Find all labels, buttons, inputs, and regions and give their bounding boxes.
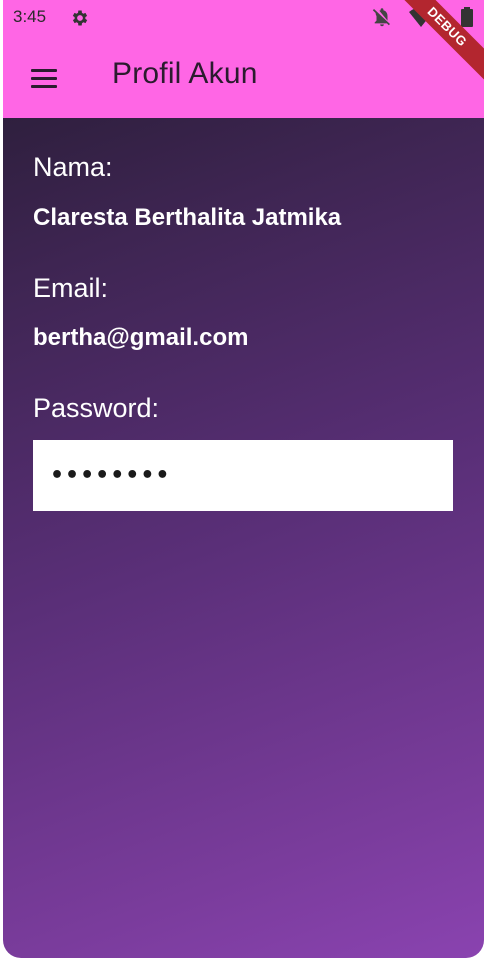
- app-bar: Profil Akun: [3, 36, 484, 118]
- gear-icon: [72, 10, 88, 26]
- status-time: 3:45: [13, 7, 47, 26]
- notifications-off-icon: [372, 8, 390, 27]
- menu-icon-bar: [31, 77, 57, 80]
- menu-icon-bar: [31, 85, 57, 88]
- password-field[interactable]: [33, 440, 453, 511]
- name-value: Claresta Berthalita Jatmika: [33, 204, 342, 231]
- menu-button[interactable]: [25, 60, 65, 96]
- phone-screen: 3:45 Profil Akun DEBUG Nama: Claresta Be…: [3, 0, 484, 958]
- email-label: Email:: [33, 273, 109, 303]
- menu-icon: [31, 69, 57, 72]
- password-label: Password:: [33, 393, 160, 423]
- email-value: bertha@gmail.com: [33, 324, 249, 351]
- page-title: Profil Akun: [112, 57, 258, 90]
- name-label: Nama:: [33, 152, 113, 182]
- battery-icon: [461, 7, 473, 27]
